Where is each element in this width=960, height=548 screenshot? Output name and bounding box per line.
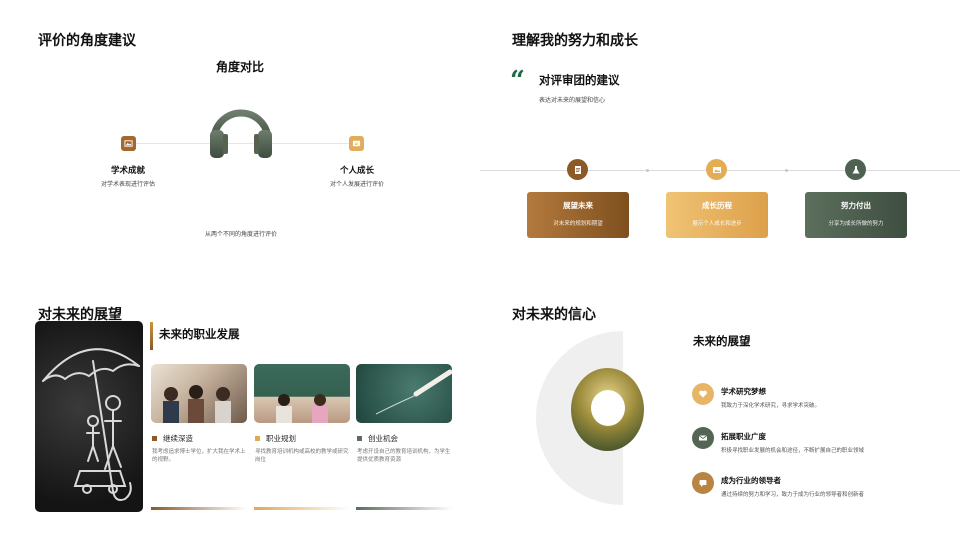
bottom-accent xyxy=(254,507,350,510)
item-research-dream: 学术研究梦想 我致力于深化学术研究，寻求学术突破。 xyxy=(721,386,871,410)
bullet-marker xyxy=(357,436,362,441)
item-desc: 积极寻找职业发展的机会和途径，不断扩展自己的职业领域 xyxy=(721,448,865,454)
bullet-marker xyxy=(152,436,157,441)
slide-footer: 从两个不同的角度进行评价 xyxy=(204,232,277,238)
slide-title: 理解我的努力和成长 xyxy=(512,32,638,48)
card-title: 成长历程 xyxy=(702,201,732,210)
slide-evaluation-angles: 评价的角度建议 角度对比 学术成就 对学术表现进行评估 个人成长 对个人发展进行… xyxy=(0,0,480,274)
card-desc: 分享为成长所做的努力 xyxy=(828,221,884,227)
column-desc: 考虑开设自己的教育培训机构，为学生提供优质教育资源 xyxy=(357,449,451,463)
accent-bar xyxy=(150,322,153,350)
column-desc: 我考虑追求博士学位，扩大我在学术上的视野。 xyxy=(152,449,246,463)
bottom-accent xyxy=(151,507,247,510)
document-icon xyxy=(567,159,588,180)
item-desc: 通过持续的努力和学习，致力于成为行业的领导者和创新者 xyxy=(721,492,865,498)
sub-desc: 表达对未来的展望和信心 xyxy=(539,98,606,104)
slide-future-outlook: 对未来的展望 未来的职业发展 继续深造 我考虑追求博士学位，扩大我在学术上的视野… xyxy=(0,274,480,548)
card-desc: 展示个人成长和进步 xyxy=(692,221,742,227)
bottom-accent xyxy=(356,507,452,510)
item-career-breadth: 拓展职业广度 积极寻找职业发展的机会和途径，不断扩展自己的职业领域 xyxy=(721,431,871,455)
timeline-dot xyxy=(646,169,649,172)
item-title: 学术研究梦想 xyxy=(721,387,766,396)
item-industry-leader: 成为行业的领导者 通过持续的努力和学习，致力于成为行业的领导者和创新者 xyxy=(721,475,871,499)
column-career-planning: 职业规划 寻找教育培训机构或高校的教学或研究岗位 xyxy=(255,433,353,464)
label-desc: 对个人发展进行评价 xyxy=(329,182,384,188)
card-title: 展望未来 xyxy=(563,201,593,210)
message-icon xyxy=(349,136,364,151)
image-icon xyxy=(706,159,727,180)
column-title: 职业规划 xyxy=(266,434,296,443)
chalkboard-umbrella-image xyxy=(35,321,143,512)
personal-growth: 个人成长 对个人发展进行评价 xyxy=(297,164,417,188)
ring-center xyxy=(591,390,625,426)
column-title: 创业机会 xyxy=(368,434,398,443)
heart-icon xyxy=(692,383,714,405)
classroom-photo xyxy=(151,364,247,423)
center-title: 角度对比 xyxy=(215,60,264,74)
item-desc: 我致力于深化学术研究，寻求学术突破。 xyxy=(721,403,821,409)
sub-title: 未来的职业发展 xyxy=(159,329,240,341)
headphones-icon xyxy=(210,109,272,158)
column-desc: 寻找教育培训机构或高校的教学或研究岗位 xyxy=(255,449,349,463)
flask-icon xyxy=(845,159,866,180)
sub-title: 未来的展望 xyxy=(693,336,751,348)
quote-icon: “ xyxy=(510,66,525,96)
label-desc: 对学术表现进行评估 xyxy=(100,182,155,188)
chalk-photo xyxy=(356,364,452,423)
card-future-outlook: 展望未来 对未来的规划和期望 xyxy=(527,192,629,238)
slide-understand-growth: 理解我的努力和成长 “ 对评审团的建议 表达对未来的展望和信心 展望未来 对未来… xyxy=(480,0,960,274)
card-title: 努力付出 xyxy=(841,201,871,210)
card-growth-journey: 成长历程 展示个人成长和进步 xyxy=(666,192,768,238)
label-title: 学术成就 xyxy=(110,165,145,175)
item-title: 拓展职业广度 xyxy=(721,432,766,441)
chat-icon xyxy=(692,472,714,494)
lecture-photo xyxy=(254,364,350,423)
column-startup: 创业机会 考虑开设自己的教育培训机构，为学生提供优质教育资源 xyxy=(357,433,455,464)
slide-future-confidence: 对未来的信心 未来的展望 学术研究梦想 我致力于深化学术研究，寻求学术突破。 拓… xyxy=(480,274,960,548)
slide-title: 对未来的信心 xyxy=(512,306,596,322)
academic-achievement: 学术成就 对学术表现进行评估 xyxy=(68,164,188,188)
slide-title: 评价的角度建议 xyxy=(38,32,136,48)
card-effort: 努力付出 分享为成长所做的努力 xyxy=(805,192,907,238)
image-icon xyxy=(121,136,136,151)
sub-title: 对评审团的建议 xyxy=(539,75,620,87)
column-further-study: 继续深造 我考虑追求博士学位，扩大我在学术上的视野。 xyxy=(152,433,250,464)
label-title: 个人成长 xyxy=(339,165,374,175)
item-title: 成为行业的领导者 xyxy=(721,476,781,485)
bullet-marker xyxy=(255,436,260,441)
column-title: 继续深造 xyxy=(163,434,193,443)
timeline-dot xyxy=(785,169,788,172)
mail-icon xyxy=(692,427,714,449)
card-desc: 对未来的规划和期望 xyxy=(553,221,603,227)
